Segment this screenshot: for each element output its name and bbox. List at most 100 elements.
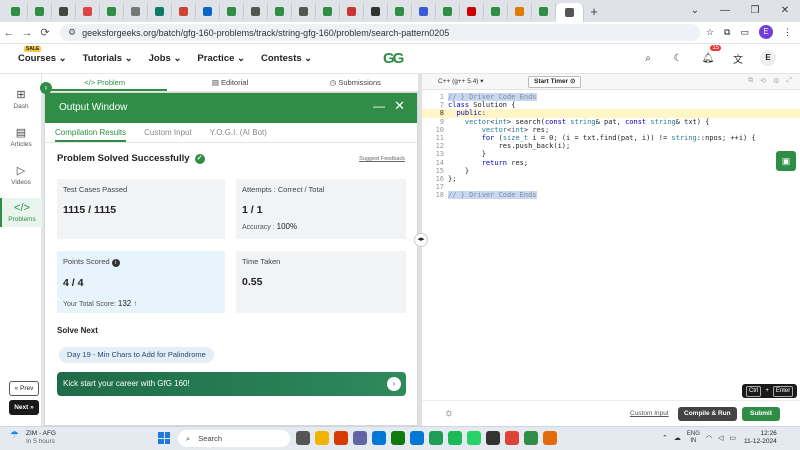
dark-mode-icon[interactable]: ☾ (670, 50, 686, 66)
browser-tab[interactable] (244, 3, 268, 19)
search-icon[interactable]: ⌕ (640, 50, 656, 66)
code-line[interactable]: 11 for (size_t i = 0; (i = txt.find(pat,… (422, 134, 800, 142)
taskbar-app-icon[interactable] (391, 431, 405, 445)
minimize-button[interactable]: — (710, 0, 740, 22)
taskbar-app-icon[interactable] (334, 431, 348, 445)
chevron-right-icon[interactable]: › (387, 377, 401, 391)
code-line[interactable]: 15 } (422, 167, 800, 175)
language-select[interactable]: C++ (g++ 5.4) ▾ (438, 77, 484, 85)
browser-tab[interactable] (364, 3, 388, 19)
taskbar-app-icon[interactable] (315, 431, 329, 445)
taskbar-app-icon[interactable] (410, 431, 424, 445)
translate-icon[interactable]: 文 (730, 50, 746, 66)
taskbar-app-icon[interactable] (372, 431, 386, 445)
close-icon[interactable]: ✕ (394, 98, 405, 114)
browser-tab[interactable] (100, 3, 124, 19)
settings-icon[interactable]: ⚙ (773, 77, 779, 85)
tab-search-icon[interactable]: ⌄ (680, 0, 710, 22)
taskbar-app-icon[interactable] (448, 431, 462, 445)
browser-tab[interactable] (292, 3, 316, 19)
code-line[interactable]: 1 // } Driver Code Ends (422, 93, 800, 101)
reload-icon[interactable]: ⟳ (36, 26, 54, 39)
back-icon[interactable]: ← (0, 27, 18, 39)
tab-problem[interactable]: </> Problem (42, 74, 168, 91)
fullscreen-icon[interactable]: ⤢ (786, 77, 792, 85)
suggest-feedback-link[interactable]: Suggest Feedback (359, 156, 405, 162)
gfg-logo[interactable]: GG (383, 50, 404, 67)
browser-tab[interactable] (532, 3, 556, 19)
taskbar-app-icon[interactable] (505, 431, 519, 445)
browser-tab[interactable] (196, 3, 220, 19)
browser-tab[interactable] (340, 3, 364, 19)
start-timer-button[interactable]: Start Timer ⊙ (528, 76, 582, 88)
next-problem-button[interactable]: Next » (9, 400, 39, 415)
next-problem-chip[interactable]: Day 19 - Min Chars to Add for Palindrome (59, 347, 214, 363)
tab-compilation-results[interactable]: Compilation Results (55, 128, 127, 142)
code-line[interactable]: 10 vector<int> res; (422, 126, 800, 134)
browser-tab[interactable] (460, 3, 484, 19)
url-input[interactable]: ⚙ geeksforgeeks.org/batch/gfg-160-proble… (60, 24, 700, 41)
notification-bell-icon[interactable]: 🔔︎ 15 (700, 45, 721, 66)
taskbar-search[interactable]: ⌕ Search (178, 430, 290, 447)
user-avatar[interactable]: E (760, 50, 776, 66)
tab-custom-input[interactable]: Custom Input (144, 128, 192, 137)
code-line[interactable]: 16}; (422, 175, 800, 183)
custom-input-link[interactable]: Custom Input (630, 410, 669, 417)
windows-start-icon[interactable] (158, 432, 170, 444)
code-line[interactable]: 8 public: (422, 109, 800, 118)
browser-tab[interactable] (172, 3, 196, 19)
browser-tab[interactable] (124, 3, 148, 19)
nav-practice[interactable]: Practice ⌄ (197, 53, 245, 64)
rail-item-videos[interactable]: ▷ Videos (0, 164, 42, 186)
close-window-button[interactable]: ✕ (770, 0, 800, 22)
browser-tab[interactable] (436, 3, 460, 19)
reset-icon[interactable]: ⟲ (760, 77, 766, 85)
browser-tab[interactable] (412, 3, 436, 19)
cloud-icon[interactable]: ☁ (674, 434, 681, 442)
battery-icon[interactable]: ▭ (729, 434, 736, 442)
bookmark-star-icon[interactable]: ☆ (706, 27, 714, 38)
tab-yogi-ai-bot[interactable]: Y.O.G.I. (AI Bot) (210, 128, 267, 137)
promo-banner[interactable]: Kick start your career with GfG 160! › (57, 372, 406, 396)
rail-item-dash[interactable]: ⊞ Dash (0, 88, 42, 110)
forward-icon[interactable]: → (18, 27, 36, 39)
nav-tutorials[interactable]: Tutorials ⌄ (83, 53, 133, 64)
taskbar-app-icon[interactable] (543, 431, 557, 445)
browser-tab[interactable] (148, 3, 172, 19)
browser-tab[interactable] (268, 3, 292, 19)
language-indicator[interactable]: ENG IN (687, 431, 700, 445)
tab-editorial[interactable]: ▤ Editorial (167, 74, 292, 91)
sidebar-icon[interactable]: ▭ (740, 27, 749, 38)
rail-item-problems[interactable]: </> Problems (0, 198, 42, 227)
extensions-icon[interactable]: ⧉ (724, 27, 730, 38)
browser-tab[interactable] (76, 3, 100, 19)
collapse-rail-icon[interactable]: › (40, 82, 52, 94)
code-line[interactable]: 17 (422, 183, 800, 191)
taskbar-app-icon[interactable] (429, 431, 443, 445)
taskbar-app-icon[interactable] (486, 431, 500, 445)
tab-submissions[interactable]: ◷ Submissions (293, 74, 418, 91)
browser-tab[interactable] (484, 3, 508, 19)
taskbar-app-icon[interactable] (524, 431, 538, 445)
prev-problem-button[interactable]: « Prev (9, 381, 39, 396)
code-line[interactable]: 18 // } Driver Code Ends (422, 191, 800, 200)
nav-contests[interactable]: Contests ⌄ (261, 53, 312, 64)
compile-run-button[interactable]: Compile & Run (678, 407, 737, 421)
code-editor[interactable]: 1// } Driver Code Ends 7 class Solution {8… (422, 90, 800, 400)
code-line[interactable]: 13 } (422, 150, 800, 158)
resize-handle-icon[interactable]: ◂▸ (414, 233, 428, 247)
copy-icon[interactable]: ⧉ (748, 77, 753, 85)
weather-widget[interactable]: ☂ ZIM - AFG In 5 hours (10, 430, 56, 446)
submit-button[interactable]: Submit (742, 407, 781, 421)
chat-icon[interactable]: ▣ (776, 151, 796, 171)
maximize-button[interactable]: ❐ (740, 0, 770, 22)
chrome-menu-icon[interactable]: ⋮ (783, 27, 792, 38)
browser-tab[interactable] (28, 3, 52, 19)
clock[interactable]: 12:26 11-12-2024 (744, 430, 777, 446)
nav-courses[interactable]: SALE Courses ⌄ (18, 46, 67, 64)
rail-item-articles[interactable]: ▤ Articles (0, 126, 42, 148)
code-line[interactable]: 14 return res; (422, 159, 800, 167)
site-info-icon[interactable]: ⚙ (68, 27, 76, 38)
nav-jobs[interactable]: Jobs ⌄ (149, 53, 182, 64)
volume-icon[interactable]: ◁ (718, 434, 723, 442)
